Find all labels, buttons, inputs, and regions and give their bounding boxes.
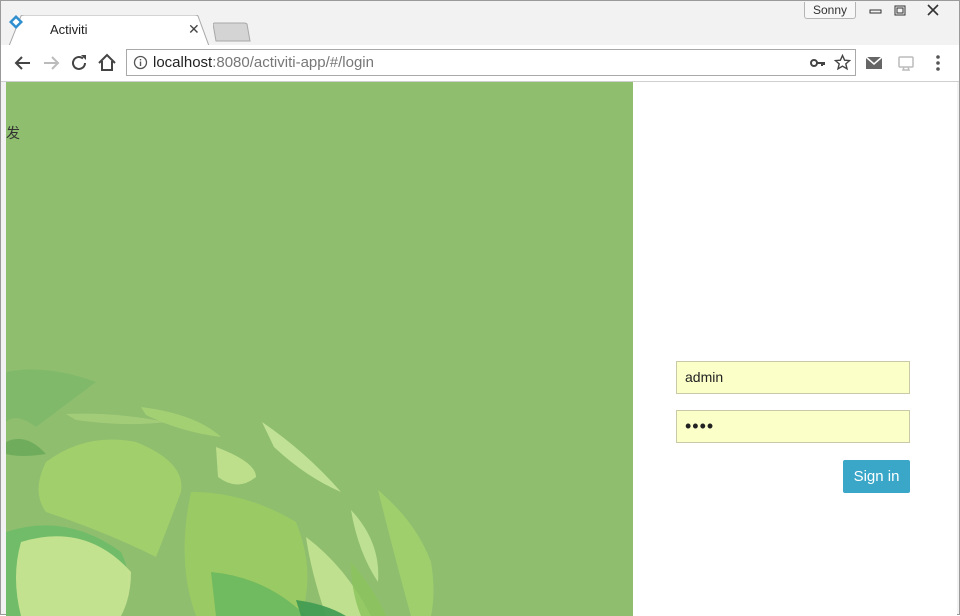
- back-icon[interactable]: [12, 52, 34, 74]
- restore-icon: [894, 5, 906, 16]
- sign-in-button[interactable]: Sign in: [843, 460, 910, 493]
- address-bar[interactable]: localhost:8080/activiti-app/#/login: [126, 49, 856, 76]
- password-input[interactable]: ••••: [676, 410, 910, 443]
- login-background-panel: 发: [6, 82, 633, 616]
- tab-shape: [9, 15, 209, 46]
- key-icon[interactable]: [810, 56, 826, 70]
- page-stray-text: 发: [6, 125, 20, 141]
- restore-button[interactable]: [888, 2, 912, 19]
- url-path: :8080/activiti-app/#/login: [212, 54, 374, 71]
- activiti-logo-icon: [9, 15, 23, 29]
- url-host: localhost: [153, 54, 213, 71]
- minimize-button[interactable]: [863, 2, 887, 19]
- forward-icon[interactable]: [40, 52, 62, 74]
- close-window-button[interactable]: [921, 2, 945, 19]
- mail-icon[interactable]: [865, 55, 883, 71]
- browser-window: Activiti ✕ Sonny localhost:8080/activiti…: [0, 0, 960, 616]
- close-icon: [927, 4, 939, 16]
- info-icon[interactable]: [133, 55, 148, 70]
- leaf-globe-illustration: [6, 369, 434, 616]
- tab-title: Activiti: [50, 22, 88, 37]
- url-text[interactable]: localhost:8080/activiti-app/#/login: [153, 54, 374, 71]
- star-icon[interactable]: [834, 54, 851, 71]
- page-content: 发 admin •••• Sign in: [6, 82, 957, 616]
- new-tab-button[interactable]: [213, 22, 251, 42]
- menu-icon[interactable]: [931, 53, 945, 73]
- browser-tab-activiti[interactable]: Activiti ✕: [9, 15, 209, 46]
- reload-icon[interactable]: [68, 52, 90, 74]
- tab-close-icon[interactable]: ✕: [188, 21, 200, 38]
- profile-button[interactable]: Sonny: [804, 2, 856, 19]
- home-icon[interactable]: [96, 52, 118, 74]
- username-input[interactable]: admin: [676, 361, 910, 394]
- browser-toolbar: localhost:8080/activiti-app/#/login: [1, 45, 959, 82]
- cast-icon[interactable]: [897, 55, 915, 71]
- title-bar: Activiti ✕ Sonny: [1, 1, 959, 46]
- minimize-icon: [869, 9, 882, 14]
